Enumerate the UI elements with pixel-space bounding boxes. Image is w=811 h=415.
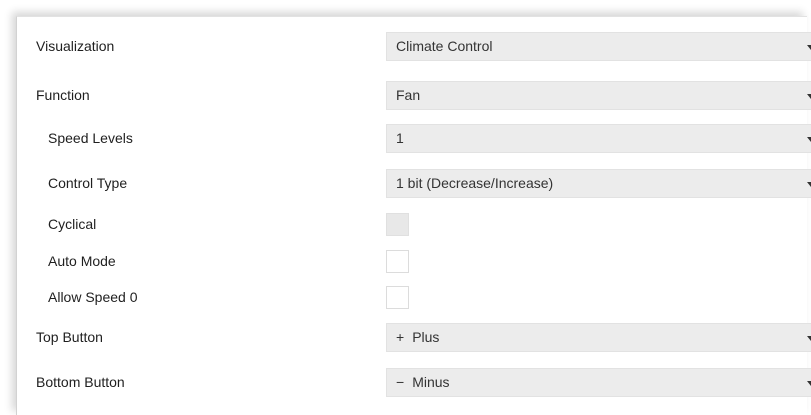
control-type-dropdown[interactable]: 1 bit (Decrease/Increase) xyxy=(386,169,811,198)
row-speed-levels: Speed Levels 1 xyxy=(17,124,811,153)
plus-icon: + xyxy=(396,329,405,345)
row-function: Function Fan xyxy=(17,81,811,110)
top-button-dropdown[interactable]: + Plus xyxy=(386,323,811,352)
chevron-down-icon xyxy=(807,137,811,142)
parameters-panel: Visualization Climate Control Function F… xyxy=(16,16,811,415)
bottom-button-label: Bottom Button xyxy=(36,374,125,390)
chevron-down-icon xyxy=(807,182,811,187)
control-type-value: 1 bit (Decrease/Increase) xyxy=(396,175,554,191)
row-cyclical: Cyclical xyxy=(17,210,807,239)
visualization-label: Visualization xyxy=(36,38,115,54)
chevron-down-icon xyxy=(807,381,811,386)
function-label: Function xyxy=(36,87,90,103)
auto-mode-checkbox[interactable] xyxy=(386,250,409,273)
function-value: Fan xyxy=(396,87,421,103)
top-button-text: Plus xyxy=(412,329,440,345)
speed-levels-label: Speed Levels xyxy=(48,130,133,146)
row-bottom-button: Bottom Button − Minus xyxy=(17,368,811,397)
row-allow-speed-0: Allow Speed 0 xyxy=(17,283,807,312)
row-visualization: Visualization Climate Control xyxy=(17,32,811,61)
chevron-down-icon xyxy=(807,336,811,341)
top-button-value: + Plus xyxy=(396,324,439,351)
cyclical-checkbox xyxy=(386,213,409,236)
cyclical-label: Cyclical xyxy=(48,216,97,232)
minus-icon: − xyxy=(396,374,405,390)
row-top-button: Top Button + Plus xyxy=(17,323,811,352)
auto-mode-label: Auto Mode xyxy=(48,253,116,269)
chevron-down-icon xyxy=(807,45,811,50)
visualization-value: Climate Control xyxy=(396,38,493,54)
top-button-label: Top Button xyxy=(36,329,103,345)
bottom-button-value: − Minus xyxy=(396,369,450,396)
bottom-button-dropdown[interactable]: − Minus xyxy=(386,368,811,397)
allow-speed-0-checkbox[interactable] xyxy=(386,286,409,309)
allow-speed-0-label: Allow Speed 0 xyxy=(48,289,138,305)
speed-levels-dropdown[interactable]: 1 xyxy=(386,124,811,153)
control-type-label: Control Type xyxy=(48,175,128,191)
visualization-dropdown[interactable]: Climate Control xyxy=(386,32,811,61)
bottom-button-text: Minus xyxy=(412,374,450,390)
speed-levels-value: 1 xyxy=(396,130,404,146)
function-dropdown[interactable]: Fan xyxy=(386,81,811,110)
chevron-down-icon xyxy=(807,94,811,99)
row-control-type: Control Type 1 bit (Decrease/Increase) xyxy=(17,169,811,198)
row-auto-mode: Auto Mode xyxy=(17,247,807,276)
